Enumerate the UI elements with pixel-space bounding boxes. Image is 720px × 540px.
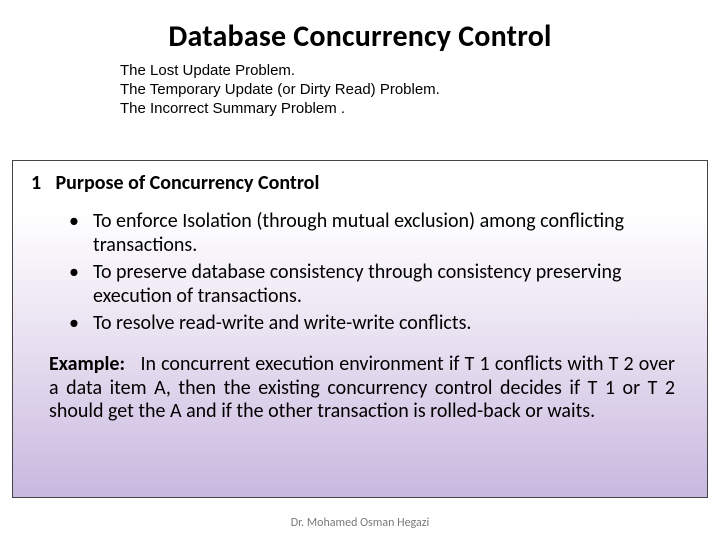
example-paragraph: Example: In concurrent execution environ…	[49, 353, 675, 424]
content-box: 1 Purpose of Concurrency Control To enfo…	[12, 160, 708, 498]
problem-list: The Lost Update Problem. The Temporary U…	[120, 62, 650, 118]
section-title: Purpose of Concurrency Control	[56, 171, 320, 195]
section-number: 1	[31, 171, 51, 195]
list-item: To preserve database consistency through…	[69, 260, 693, 309]
slide: Database Concurrency Control The Lost Up…	[0, 0, 720, 540]
bullet-list: To enforce Isolation (through mutual exc…	[69, 209, 693, 335]
footer-author: Dr. Mohamed Osman Hegazi	[0, 516, 720, 530]
list-item: To enforce Isolation (through mutual exc…	[69, 209, 693, 258]
page-title: Database Concurrency Control	[0, 18, 720, 55]
section-heading: 1 Purpose of Concurrency Control	[31, 171, 693, 195]
example-text: In concurrent execution environment if T…	[49, 352, 675, 423]
list-item: The Temporary Update (or Dirty Read) Pro…	[120, 81, 650, 100]
list-item: To resolve read-write and write-write co…	[69, 311, 693, 335]
example-label: Example:	[49, 352, 125, 376]
list-item: The Incorrect Summary Problem .	[120, 100, 650, 119]
list-item: The Lost Update Problem.	[120, 62, 650, 81]
